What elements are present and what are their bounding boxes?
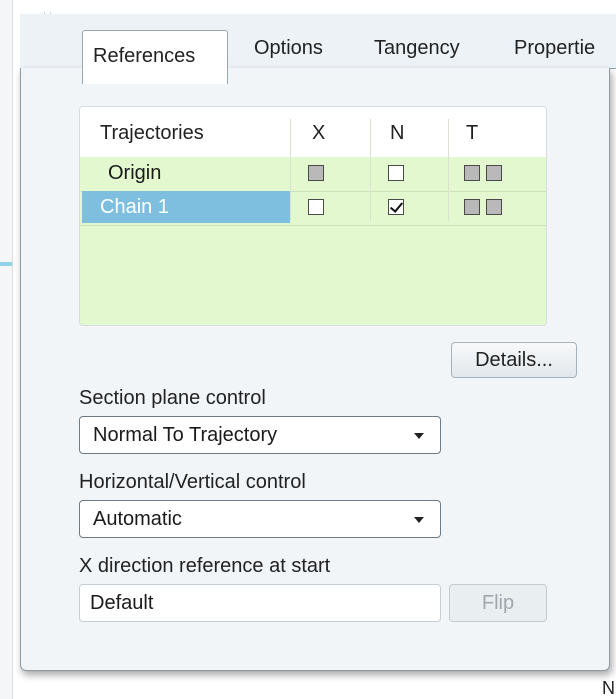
hv-control-select[interactable]: Automatic (79, 500, 441, 538)
t-end-checkbox-origin[interactable] (486, 165, 502, 181)
background-accent (0, 262, 12, 266)
trajectories-table: Trajectories X N T Origin Chain 1 (79, 106, 547, 326)
table-header: Trajectories X N T (80, 107, 546, 157)
t-start-checkbox-chain-1[interactable] (464, 199, 480, 215)
column-separator (290, 119, 291, 221)
chevron-down-icon (414, 517, 424, 523)
x-checkbox-origin[interactable] (308, 165, 324, 181)
column-separator (448, 119, 449, 221)
tab-options[interactable]: Options (254, 28, 323, 68)
flip-button[interactable]: Flip (449, 584, 547, 622)
references-panel: Trajectories X N T Origin Chain 1 Detail… (20, 68, 610, 671)
header-n: N (390, 122, 405, 144)
n-checkbox-origin[interactable] (388, 165, 404, 181)
tab-bar: References Options Tangency Propertie (20, 14, 616, 84)
section-plane-label: Section plane control (79, 387, 266, 409)
background-text-fragment: N (602, 678, 615, 698)
header-t: T (466, 122, 479, 144)
n-checkbox-chain-1[interactable] (388, 199, 404, 215)
table-row[interactable]: Chain 1 (80, 191, 546, 226)
chevron-down-icon (414, 433, 424, 439)
details-button[interactable]: Details... (451, 342, 577, 378)
hv-control-value: Automatic (93, 508, 182, 530)
x-direction-label: X direction reference at start (79, 555, 331, 577)
x-direction-field[interactable]: Default (79, 584, 441, 622)
row-name-chain-1[interactable]: Chain 1 (82, 191, 290, 223)
header-trajectories: Trajectories (100, 122, 204, 144)
hv-control-label: Horizontal/Vertical control (79, 471, 306, 493)
row-name-origin[interactable]: Origin (90, 157, 288, 189)
t-end-checkbox-chain-1[interactable] (486, 199, 502, 215)
background-window-edge (0, 0, 13, 699)
table-row[interactable]: Origin (80, 157, 546, 192)
tab-properties[interactable]: Propertie (514, 28, 595, 68)
x-checkbox-chain-1[interactable] (308, 199, 324, 215)
section-plane-value: Normal To Trajectory (93, 424, 278, 446)
table-body: Origin Chain 1 (80, 157, 546, 325)
column-separator (370, 119, 371, 221)
header-x: X (312, 122, 326, 144)
tab-references[interactable]: References (82, 30, 228, 84)
section-plane-select[interactable]: Normal To Trajectory (79, 416, 441, 454)
t-start-checkbox-origin[interactable] (464, 165, 480, 181)
tab-tangency[interactable]: Tangency (374, 28, 460, 68)
